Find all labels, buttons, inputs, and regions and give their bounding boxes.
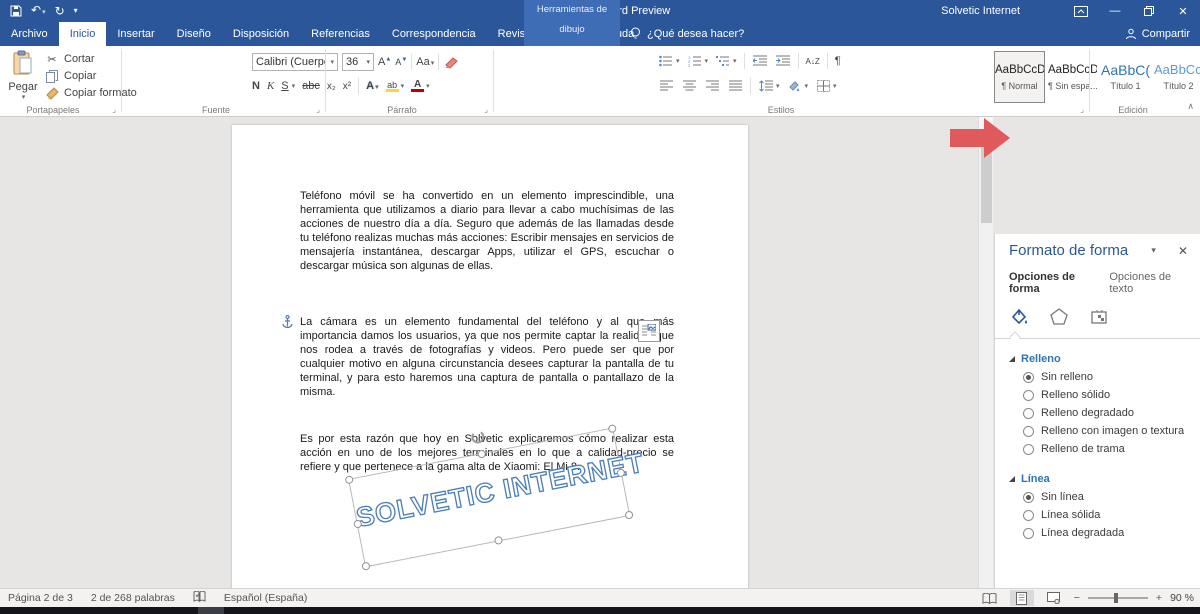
restore-button[interactable] [1132, 0, 1166, 22]
radio-icon [1023, 371, 1034, 383]
radio-icon [1023, 509, 1034, 521]
radio-relleno-imagen[interactable]: Relleno con imagen o textura [1023, 425, 1188, 437]
fill-line-icon[interactable] [1009, 307, 1029, 330]
zoom-level[interactable]: 90 % [1170, 592, 1194, 604]
page-indicator[interactable]: Página 2 de 3 [8, 592, 73, 604]
copy-icon [44, 68, 60, 84]
status-bar: Página 2 de 3 2 de 268 palabras Español … [0, 588, 1200, 607]
zoom-in-icon[interactable]: + [1156, 592, 1162, 604]
zoom-out-icon[interactable]: − [1074, 592, 1080, 604]
bold-button[interactable]: N [252, 80, 260, 92]
tab-formato[interactable]: Formato [524, 40, 620, 64]
radio-relleno-solido[interactable]: Relleno sólido [1023, 389, 1188, 401]
pane-menu-icon[interactable]: ▾ [1151, 245, 1156, 256]
radio-icon [1023, 407, 1034, 419]
collapse-triangle-icon [1009, 476, 1015, 482]
group-label: Estilos [767, 105, 795, 115]
layout-properties-icon[interactable] [1089, 307, 1109, 330]
radio-icon [1023, 527, 1034, 539]
underline-button[interactable]: S [281, 80, 288, 92]
contextual-header: Herramientas de dibujo [536, 4, 608, 35]
group-label: Portapapeles [26, 105, 80, 115]
resize-handle[interactable] [477, 449, 487, 459]
tab-disposicion[interactable]: Disposición [222, 22, 300, 46]
section-relleno[interactable]: Relleno [1009, 353, 1188, 365]
close-button[interactable]: ✕ [1166, 0, 1200, 22]
vertical-scrollbar[interactable]: ▲ [978, 117, 993, 588]
radio-icon [1023, 443, 1034, 455]
document-area: Teléfono móvil se ha convertido en un el… [0, 117, 1200, 588]
zoom-slider[interactable] [1087, 593, 1148, 603]
tab-inicio[interactable]: Inicio [58, 22, 107, 46]
dialog-launcher-icon[interactable]: ⌟ [316, 105, 320, 114]
paragraph[interactable]: La cámara es un elemento fundamental del… [300, 315, 674, 399]
radio-relleno-trama[interactable]: Relleno de trama [1023, 443, 1188, 455]
word-window: Herramientas de dibujo Formato ↶▾ ↻ ▾ Do… [0, 0, 1200, 614]
paste-button[interactable]: Pegar ▾ [6, 50, 40, 110]
tab-correspondencia[interactable]: Correspondencia [381, 22, 487, 46]
dialog-launcher-icon[interactable]: ⌟ [484, 105, 488, 114]
tab-insertar[interactable]: Insertar [106, 22, 165, 46]
paste-label: Pegar [8, 81, 38, 93]
group-edicion: Buscar▾ ab⇄ Reemplazar Seleccionar▾ Edic… [1090, 46, 1190, 116]
radio-linea-degradada[interactable]: Línea degradada [1023, 527, 1188, 539]
print-layout-icon[interactable] [1009, 590, 1034, 606]
clipboard-icon [13, 50, 32, 75]
paragraph[interactable]: Teléfono móvil se ha convertido en un el… [300, 189, 674, 273]
effects-icon[interactable] [1049, 307, 1069, 330]
collapse-triangle-icon [1009, 356, 1015, 362]
tab-diseno[interactable]: Diseño [166, 22, 222, 46]
tab-opciones-de-forma[interactable]: Opciones de forma [1009, 271, 1097, 295]
group-label: Edición [1118, 105, 1148, 115]
dialog-launcher-icon[interactable]: ⌟ [1080, 105, 1084, 114]
radio-relleno-degradado[interactable]: Relleno degradado [1023, 407, 1188, 419]
group-label: Fuente [201, 105, 231, 115]
group-label: Párrafo [387, 105, 417, 115]
resize-handle[interactable] [344, 475, 354, 485]
account-name[interactable]: Solvetic Internet [941, 0, 1020, 22]
tab-opciones-de-texto[interactable]: Opciones de texto [1109, 271, 1188, 295]
collapse-ribbon-icon[interactable]: ∧ [1187, 101, 1194, 112]
share-label: Compartir [1141, 28, 1190, 40]
read-mode-icon[interactable] [978, 590, 1002, 606]
pane-title: Formato de forma [1009, 242, 1129, 259]
radio-icon [1023, 491, 1034, 503]
scissors-icon: ✂ [47, 53, 57, 66]
minimize-button[interactable]: — [1098, 0, 1132, 22]
taskbar-app [198, 607, 224, 614]
group-parrafo: ▾ 1 2 3 ▾ ▾ A↓Z ¶ ▾ ▾ ▾ Párrafo ⌟ [326, 46, 841, 116]
proofing-icon[interactable] [193, 590, 206, 606]
anchor-icon [282, 314, 293, 332]
zoom-slider-thumb[interactable] [1113, 593, 1118, 603]
group-portapapeles: Pegar ▾ ✂ Cortar Copiar Copiar formato Po… [0, 46, 137, 116]
tab-archivo[interactable]: Archivo [0, 22, 59, 46]
radio-icon [1023, 389, 1034, 401]
web-layout-icon[interactable] [1042, 590, 1066, 606]
radio-icon [1023, 425, 1034, 437]
lightbulb-icon [631, 27, 640, 39]
tell-me-box[interactable]: ¿Qué desea hacer? [630, 22, 744, 46]
taskbar-strip [0, 607, 1200, 614]
format-shape-pane: Formato de forma ▾ ✕ Opciones de forma O… [994, 234, 1200, 588]
ribbon-display-options-icon[interactable] [1064, 0, 1098, 22]
language-indicator[interactable]: Español (España) [224, 592, 307, 604]
tell-me-label: ¿Qué desea hacer? [647, 28, 745, 40]
radio-linea-solida[interactable]: Línea sólida [1023, 509, 1188, 521]
radio-sin-linea[interactable]: Sin línea [1023, 491, 1188, 503]
group-fuente: Calibri (Cuerpo ▾ 36 ▾ A▲ A▼ Aa▾ N K S ▾ ab… [122, 46, 459, 116]
word-count[interactable]: 2 de 268 palabras [91, 592, 175, 604]
person-icon [1125, 28, 1136, 40]
dialog-launcher-icon[interactable]: ⌟ [112, 105, 116, 114]
section-linea[interactable]: Línea [1009, 473, 1188, 485]
pane-close-icon[interactable]: ✕ [1178, 244, 1188, 258]
layout-options-button[interactable] [638, 320, 660, 342]
brush-icon [44, 85, 60, 101]
share-button[interactable]: Compartir [1125, 22, 1190, 46]
contextual-tab-group: Herramientas de dibujo Formato [524, 0, 620, 58]
strikethrough-button[interactable]: abc [302, 80, 320, 92]
tab-referencias[interactable]: Referencias [300, 22, 381, 46]
style-normal[interactable]: AaBbCcDc¶ Normal [994, 51, 1045, 103]
radio-sin-relleno[interactable]: Sin relleno [1023, 371, 1188, 383]
italic-button[interactable]: K [267, 80, 274, 92]
